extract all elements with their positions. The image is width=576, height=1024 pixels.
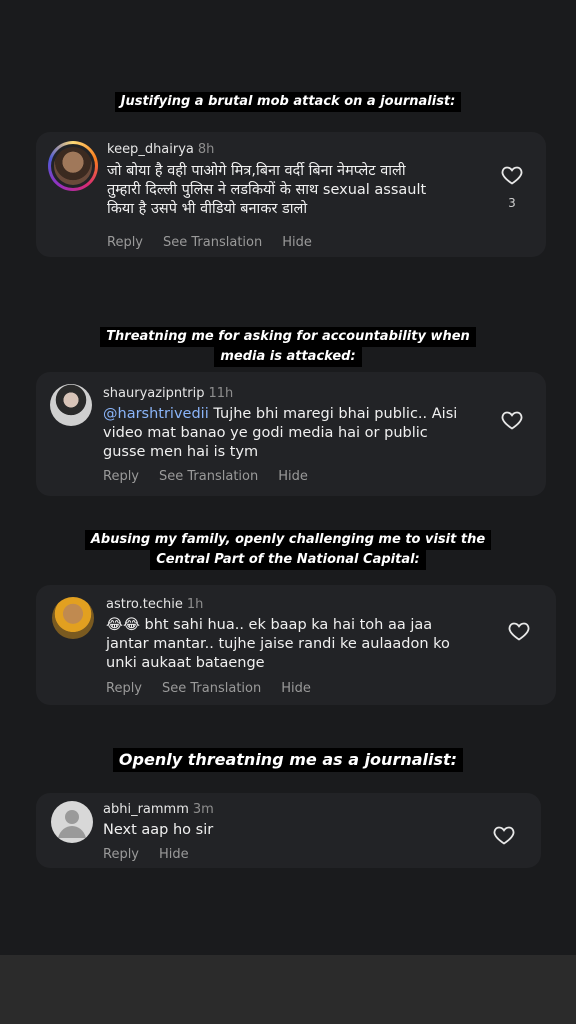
comment-line: Next aap ho sir xyxy=(103,822,214,838)
see-translation-button[interactable]: See Translation xyxy=(162,681,261,696)
comment-time: 3m xyxy=(192,802,214,817)
comment-line-text: Tujhe bhi maregi bhai public.. Aisi xyxy=(208,406,458,422)
bottom-bar xyxy=(0,955,576,1024)
comment-card-2: shauryazipntrip 11h @harshtrivedii Tujhe … xyxy=(36,372,546,496)
avatar[interactable] xyxy=(51,801,93,843)
comment-card-4: abhi_rammm 3m Next aap ho sir Reply Hide xyxy=(36,793,541,868)
comment-line: jantar mantar.. tujhe jaise randi ke aul… xyxy=(106,636,450,652)
comment-card-1: keep_dhairya 8h जो बोया है वही पाओगे मित्… xyxy=(36,132,546,257)
comment-text: 😂😂 bht sahi hua.. ek baap ka hai toh aa … xyxy=(106,616,496,673)
comment-username[interactable]: abhi_rammm 3m xyxy=(103,802,214,817)
see-translation-button[interactable]: See Translation xyxy=(159,469,258,484)
comment-time: 1h xyxy=(186,597,204,612)
reply-button[interactable]: Reply xyxy=(106,681,142,696)
heart-icon[interactable] xyxy=(507,619,531,643)
username-text[interactable]: astro.techie xyxy=(106,597,183,612)
caption-3: Abusing my family, openly challenging me… xyxy=(68,530,508,570)
caption-2-line-2: media is attacked: xyxy=(214,347,362,367)
hide-button[interactable]: Hide xyxy=(278,469,308,484)
comment-line: तुम्हारी दिल्ली पुलिस ने लडकियों के साथ … xyxy=(107,182,427,198)
caption-3-line-2: Central Part of the National Capital: xyxy=(150,550,426,570)
caption-4: Openly threatning me as a journalist: xyxy=(98,748,478,772)
comment-line: unki aukaat bataenge xyxy=(106,655,265,671)
heart-icon[interactable] xyxy=(500,408,524,432)
avatar xyxy=(54,147,92,185)
comment-text: जो बोया है वही पाओगे मित्र,बिना वर्दी बि… xyxy=(107,162,477,219)
reply-button[interactable]: Reply xyxy=(107,235,143,250)
caption-2-line-1: Threatning me for asking for accountabil… xyxy=(100,327,476,347)
caption-2: Threatning me for asking for accountabil… xyxy=(78,327,498,367)
comment-actions: Reply See Translation Hide xyxy=(106,681,331,696)
hide-button[interactable]: Hide xyxy=(281,681,311,696)
hide-button[interactable]: Hide xyxy=(282,235,312,250)
username-text[interactable]: shauryazipntrip xyxy=(103,386,204,401)
heart-icon[interactable] xyxy=(500,163,524,187)
comment-text: Next aap ho sir xyxy=(103,821,483,840)
comment-actions: Reply See Translation Hide xyxy=(107,235,332,250)
username-text[interactable]: keep_dhairya xyxy=(107,142,194,157)
see-translation-button[interactable]: See Translation xyxy=(163,235,262,250)
reply-button[interactable]: Reply xyxy=(103,847,139,862)
mention-link[interactable]: @harshtrivedii xyxy=(103,406,209,422)
username-text[interactable]: abhi_rammm xyxy=(103,802,189,817)
comment-time: 8h xyxy=(197,142,215,157)
avatar[interactable] xyxy=(52,597,94,639)
comment-username[interactable]: astro.techie 1h xyxy=(106,597,203,612)
comment-actions: Reply Hide xyxy=(103,847,209,862)
comment-username[interactable]: shauryazipntrip 11h xyxy=(103,386,233,401)
comment-line: video mat banao ye godi media hai or pub… xyxy=(103,425,428,441)
caption-1-line-1: Justifying a brutal mob attack on a jour… xyxy=(114,92,462,112)
avatar[interactable] xyxy=(50,384,92,426)
heart-icon[interactable] xyxy=(492,823,516,847)
comment-line: @harshtrivedii Tujhe bhi maregi bhai pub… xyxy=(103,405,483,424)
reply-button[interactable]: Reply xyxy=(103,469,139,484)
comment-line: 😂😂 bht sahi hua.. ek baap ka hai toh aa … xyxy=(106,617,433,633)
comment-line: जो बोया है वही पाओगे मित्र,बिना वर्दी बि… xyxy=(107,163,406,179)
hide-button[interactable]: Hide xyxy=(159,847,189,862)
caption-1: Justifying a brutal mob attack on a jour… xyxy=(78,92,498,112)
comment-line: किया है उसपे भी वीडियो बनाकर डालो xyxy=(107,201,308,217)
comment-line: gusse men hai is tym xyxy=(103,444,259,460)
story-ring-avatar[interactable] xyxy=(48,141,98,191)
like-count: 3 xyxy=(508,196,516,210)
comment-username[interactable]: keep_dhairya 8h xyxy=(107,142,214,157)
default-user-icon xyxy=(58,810,86,838)
comment-text: @harshtrivedii Tujhe bhi maregi bhai pub… xyxy=(103,405,483,462)
caption-3-line-1: Abusing my family, openly challenging me… xyxy=(84,530,492,550)
comment-time: 11h xyxy=(208,386,234,401)
comment-card-3: astro.techie 1h 😂😂 bht sahi hua.. ek baap… xyxy=(36,585,556,705)
comment-actions: Reply See Translation Hide xyxy=(103,469,328,484)
caption-4-line-1: Openly threatning me as a journalist: xyxy=(112,748,464,772)
